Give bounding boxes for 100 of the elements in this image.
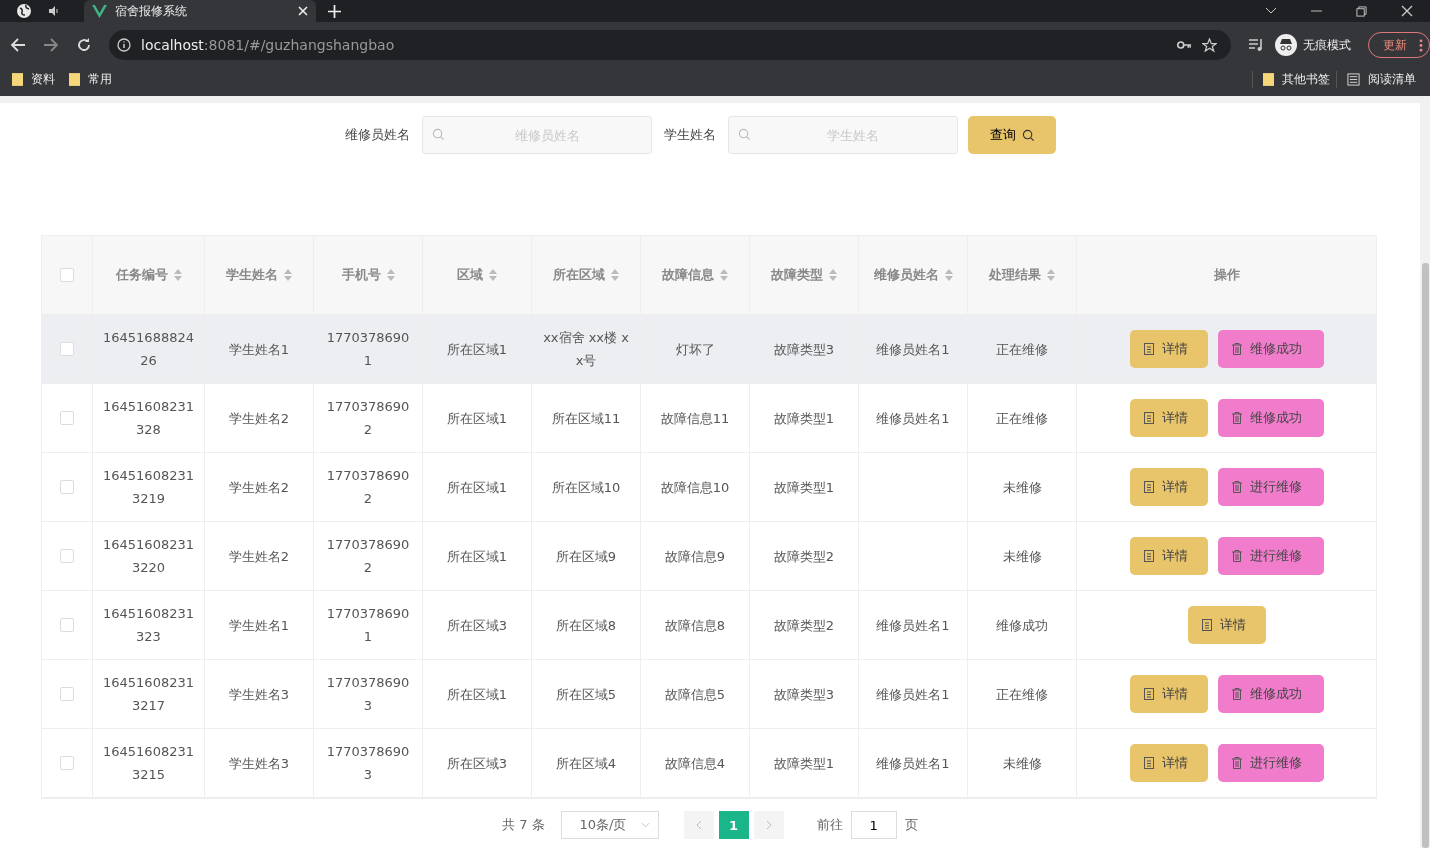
sort-icon[interactable] [944,269,953,281]
table-cell-text: 164516082313217 [103,674,194,715]
back-icon[interactable] [10,37,26,53]
detail-button[interactable]: 详情 [1130,330,1208,368]
row-checkbox[interactable] [60,756,74,770]
chevron-right-icon [765,820,772,830]
column-header[interactable]: 任务编号 [115,266,168,284]
table-cell-text: 所在区域1 [446,478,508,497]
table-row[interactable]: 16451608231323 学生姓名1 17703786901 所在区域3 所在区域8 故障信息8 故障类型2 维修员姓名1 维修成功 详情 [42,591,1376,660]
table-cell-text: 学生姓名1 [228,616,290,635]
sort-icon[interactable] [386,269,395,281]
new-tab-icon[interactable] [328,4,341,18]
table-row[interactable]: 16451608231328 学生姓名2 17703786902 所在区域1 所在区域11 故障信息11 故障类型1 维修员姓名1 正在维修 详情 维修成功 [42,384,1376,453]
key-icon[interactable] [1177,40,1192,50]
table-cell-text: 维修员姓名1 [876,409,950,428]
address-field[interactable]: localhost:8081/#/guzhangshangbao [109,30,1231,60]
column-header[interactable]: 区域 [457,266,483,284]
row-checkbox[interactable] [60,411,74,425]
column-header[interactable]: 故障类型 [771,266,823,284]
row-checkbox[interactable] [60,480,74,494]
detail-button[interactable]: 详情 [1130,744,1208,782]
row-checkbox[interactable] [60,618,74,632]
table-cell-text: 维修员姓名1 [876,616,950,635]
column-header[interactable]: 处理结果 [989,266,1041,284]
table-cell-text: 学生姓名3 [228,685,290,704]
table-cell-text: 正在维修 [996,685,1048,704]
repair-button[interactable]: 维修成功 [1218,330,1324,368]
column-header[interactable]: 手机号 [341,266,381,284]
chevron-down-icon[interactable] [1265,7,1277,15]
table-cell-text: 所在区域9 [555,547,617,566]
speaker-icon[interactable] [48,5,60,17]
repair-button[interactable]: 维修成功 [1218,675,1324,713]
bookmark[interactable]: 常用 [69,70,112,88]
media-icon[interactable] [1248,38,1264,52]
row-checkbox[interactable] [60,687,74,701]
close-icon[interactable] [1401,5,1413,17]
repair-button[interactable]: 进行维修 [1218,537,1324,575]
trash-icon [1232,757,1242,769]
column-header[interactable]: 所在区域 [553,266,605,284]
table-cell-text: 维修员姓名1 [876,754,950,773]
search-button[interactable]: 查询 [968,116,1056,154]
page-size-select[interactable]: 10条/页 [560,811,659,839]
sort-icon[interactable] [173,269,182,281]
table-cell-text: 1645168882426 [103,329,194,370]
select-all-checkbox[interactable] [60,268,74,282]
update-button[interactable]: 更新 [1368,32,1430,58]
column-header[interactable]: 故障信息 [662,266,714,284]
sort-icon[interactable] [611,269,619,281]
table-cell-text: 未维修 [1002,547,1042,566]
table-cell-text: 未维修 [1002,478,1042,497]
table-cell-text: 学生姓名2 [228,409,290,428]
sort-icon[interactable] [720,269,728,281]
table-row[interactable]: 164516082313219 学生姓名2 17703786902 所在区域1 所在区域10 故障信息10 故障类型1 未维修 详情 进行维修 [42,453,1376,522]
column-header[interactable]: 维修员姓名 [873,266,939,284]
table-cell-text: 故障信息10 [660,478,730,497]
reload-icon[interactable] [76,37,92,53]
browser-tab[interactable]: 宿舍报修系统 [84,0,316,22]
detail-button[interactable]: 详情 [1130,399,1208,437]
table-row[interactable]: 164516082313220 学生姓名2 17703786902 所在区域1 所在区域9 故障信息9 故障类型2 未维修 详情 进行维修 [42,522,1376,591]
table-row[interactable]: 164516082313215 学生姓名3 17703786903 所在区域3 所在区域4 故障信息4 故障类型1 维修员姓名1 未维修 详情 进行维修 [42,729,1376,798]
bookmark[interactable]: 资料 [12,70,55,88]
minimize-icon[interactable] [1311,10,1322,12]
row-checkbox[interactable] [60,342,74,356]
repair-button[interactable]: 维修成功 [1218,399,1324,437]
row-checkbox[interactable] [60,549,74,563]
incognito-icon [1275,34,1297,56]
sort-icon[interactable] [489,269,497,281]
reading-list[interactable]: 阅读清单 [1336,70,1416,88]
next-page-button[interactable] [753,811,784,839]
forward-icon[interactable] [43,37,59,53]
repair-button[interactable]: 进行维修 [1218,744,1324,782]
column-header[interactable]: 学生姓名 [226,266,278,284]
table-cell-text: 故障类型1 [773,409,835,428]
detail-button[interactable]: 详情 [1130,468,1208,506]
globe-icon[interactable] [16,3,32,19]
incognito-badge[interactable]: 无痕模式 [1275,34,1351,56]
bookmark-folder[interactable]: 其他书签 [1252,70,1330,88]
detail-button[interactable]: 详情 [1130,537,1208,575]
document-icon [1144,343,1154,355]
table-cell-text: 未维修 [1002,754,1042,773]
table-cell-text: 所在区域1 [446,409,508,428]
goto-page-field[interactable]: 1 [850,811,897,839]
table-row[interactable]: 1645168882426 学生姓名1 17703786901 所在区域1 xx宿舍 xx楼 xx号 灯坏了 故障类型3 维修员姓名1 正在维修 详情 维修成功 [42,315,1376,384]
table-row[interactable]: 164516082313217 学生姓名3 17703786903 所在区域1 所在区域5 故障信息5 故障类型3 维修员姓名1 正在维修 详情 维修成功 [42,660,1376,729]
scrollbar[interactable] [1420,103,1430,848]
document-icon [1202,619,1212,631]
column-header[interactable]: 操作 [1213,266,1240,284]
trash-icon [1232,481,1242,493]
repair-button[interactable]: 进行维修 [1218,468,1324,506]
table-cell-text: 17703786901 [325,605,411,646]
field-label: 维修员姓名 [345,126,410,144]
folder-icon [12,72,23,86]
sort-icon[interactable] [829,269,837,281]
detail-button[interactable]: 详情 [1188,606,1266,644]
prev-page-button[interactable] [683,811,714,839]
restore-icon[interactable] [1356,5,1367,17]
star-icon[interactable] [1202,37,1217,53]
sort-icon[interactable] [1047,269,1055,281]
sort-icon[interactable] [284,269,292,281]
detail-button[interactable]: 详情 [1130,675,1208,713]
